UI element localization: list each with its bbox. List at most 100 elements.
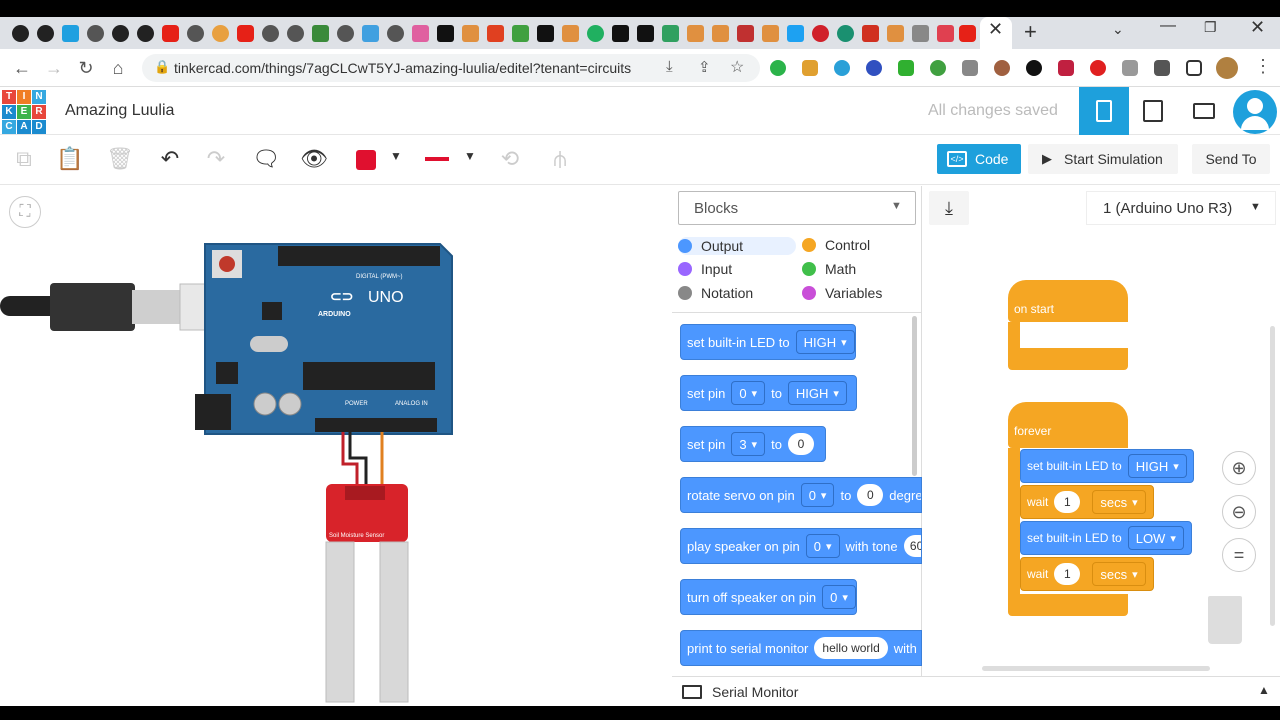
tinkercad-logo[interactable]: T I N K E R C A D bbox=[2, 90, 46, 134]
color-dropdown-icon[interactable]: ▼ bbox=[390, 149, 402, 163]
block-turn-off-speaker[interactable]: turn off speaker on pin 0 bbox=[680, 579, 857, 615]
tab-favicon-icon[interactable] bbox=[662, 25, 679, 42]
tab-favicon-icon[interactable] bbox=[412, 25, 429, 42]
circuit-view-button[interactable] bbox=[1079, 87, 1129, 135]
category-output[interactable]: Output bbox=[678, 237, 796, 255]
project-title[interactable]: Amazing Luulia bbox=[65, 102, 174, 120]
tab-favicon-icon[interactable] bbox=[512, 25, 529, 42]
tab-favicon-icon[interactable] bbox=[612, 25, 629, 42]
close-tab-icon[interactable]: ✕ bbox=[988, 19, 1003, 40]
tab-favicon-icon[interactable] bbox=[937, 25, 954, 42]
tab-favicon-icon[interactable] bbox=[262, 25, 279, 42]
close-window-icon[interactable]: ✕ bbox=[1250, 17, 1265, 38]
puzzle-extensions-icon[interactable] bbox=[1154, 60, 1170, 76]
tab-favicon-icon[interactable] bbox=[112, 25, 129, 42]
block-value-input[interactable]: 60 bbox=[903, 535, 921, 557]
block-set-pin-digital[interactable]: set pin 0 to HIGH bbox=[680, 375, 857, 411]
workspace-wait-2[interactable]: wait 1 secs bbox=[1020, 557, 1154, 591]
extension-icon[interactable] bbox=[930, 60, 946, 76]
extension-icon[interactable] bbox=[866, 60, 882, 76]
delete-icon[interactable]: 🗑 bbox=[106, 145, 134, 173]
wire-type-dropdown-icon[interactable]: ▼ bbox=[464, 149, 476, 163]
download-icon[interactable]: ⤓ bbox=[929, 191, 969, 225]
forever-block[interactable]: forever bbox=[1008, 402, 1128, 448]
restore-icon[interactable]: ❐ bbox=[1204, 19, 1217, 36]
user-avatar[interactable] bbox=[1233, 90, 1277, 134]
tab-search-icon[interactable]: ⌄ bbox=[1112, 21, 1124, 38]
view-notes-icon[interactable]: 👁 bbox=[300, 145, 328, 173]
notes-icon[interactable]: 🗨 bbox=[252, 145, 280, 173]
block-value-input[interactable]: 0 bbox=[857, 484, 884, 506]
undo-icon[interactable]: ↶ bbox=[156, 145, 184, 173]
on-start-block[interactable]: on start bbox=[1008, 280, 1128, 322]
block-dropdown[interactable]: 0 bbox=[822, 585, 856, 609]
board-select[interactable]: 1 (Arduino Uno R3) ▼ bbox=[1086, 191, 1276, 225]
chevron-up-icon[interactable]: ▲ bbox=[1258, 683, 1270, 697]
tab-favicon-icon[interactable] bbox=[637, 25, 654, 42]
trash-icon[interactable] bbox=[1208, 596, 1242, 644]
extension-icon[interactable] bbox=[994, 60, 1010, 76]
block-set-pin-analog[interactable]: set pin 3 to 0 bbox=[680, 426, 826, 462]
code-workspace[interactable]: ⤓ 1 (Arduino Uno R3) ▼ on start forever … bbox=[922, 186, 1280, 676]
block-dropdown[interactable]: 3 bbox=[731, 432, 766, 456]
back-icon[interactable]: ← bbox=[10, 56, 34, 80]
extension-icon[interactable] bbox=[898, 60, 914, 76]
forward-icon[interactable]: → bbox=[42, 56, 66, 80]
extension-icon[interactable] bbox=[802, 60, 818, 76]
url-input[interactable]: 🔒 tinkercad.com/things/7agCLCwT5YJ-amazi… bbox=[142, 54, 760, 82]
new-tab-icon[interactable]: + bbox=[1024, 19, 1037, 45]
tab-favicon-icon[interactable] bbox=[837, 25, 854, 42]
block-play-speaker[interactable]: play speaker on pin 0 with tone 60 bbox=[680, 528, 922, 564]
start-simulation-button[interactable]: ▶ Start Simulation bbox=[1028, 144, 1178, 174]
extension-icon[interactable] bbox=[962, 60, 978, 76]
reload-icon[interactable]: ↻ bbox=[74, 56, 98, 80]
side-panel-icon[interactable] bbox=[1186, 60, 1202, 76]
tab-favicon-icon[interactable] bbox=[362, 25, 379, 42]
block-value-input[interactable]: hello world bbox=[814, 637, 888, 659]
zoom-out-icon[interactable]: ⊖ bbox=[1222, 495, 1256, 529]
extension-icon[interactable] bbox=[1122, 60, 1138, 76]
block-value-input[interactable]: 0 bbox=[787, 433, 814, 455]
minimize-icon[interactable]: — bbox=[1160, 17, 1176, 35]
tab-favicon-icon[interactable] bbox=[787, 25, 804, 42]
block-value-input[interactable]: 1 bbox=[1054, 491, 1081, 513]
code-mode-select[interactable]: Blocks ▼ bbox=[678, 191, 916, 225]
lock-icon[interactable]: 🔒 bbox=[154, 59, 170, 75]
extension-icon[interactable] bbox=[834, 60, 850, 76]
wire-type-button[interactable] bbox=[425, 157, 449, 161]
block-print-serial[interactable]: print to serial monitor hello world with bbox=[680, 630, 922, 666]
block-dropdown[interactable]: 0 bbox=[731, 381, 766, 405]
tab-favicon-icon[interactable] bbox=[862, 25, 879, 42]
paste-icon[interactable]: 📋 bbox=[56, 145, 84, 173]
tab-favicon-icon[interactable] bbox=[737, 25, 754, 42]
category-control[interactable]: Control bbox=[802, 237, 870, 253]
tab-favicon-icon[interactable] bbox=[87, 25, 104, 42]
tab-favicon-icon[interactable] bbox=[812, 25, 829, 42]
category-variables[interactable]: Variables bbox=[802, 285, 882, 301]
block-dropdown[interactable]: LOW bbox=[1127, 526, 1184, 550]
color-swatch-button[interactable] bbox=[356, 150, 376, 170]
block-dropdown[interactable]: HIGH bbox=[1127, 454, 1187, 478]
extension-icon[interactable] bbox=[1090, 60, 1106, 76]
tab-favicon-icon[interactable] bbox=[162, 25, 179, 42]
tab-favicon-icon[interactable] bbox=[587, 25, 604, 42]
extension-icon[interactable] bbox=[770, 60, 786, 76]
tab-favicon-icon[interactable] bbox=[712, 25, 729, 42]
workspace-vscrollbar[interactable] bbox=[1270, 326, 1275, 626]
workspace-wait-1[interactable]: wait 1 secs bbox=[1020, 485, 1154, 519]
tab-favicon-icon[interactable] bbox=[912, 25, 929, 42]
tab-favicon-icon[interactable] bbox=[137, 25, 154, 42]
tab-favicon-icon[interactable] bbox=[437, 25, 454, 42]
schematic-view-icon[interactable] bbox=[1143, 100, 1163, 122]
palette-scrollbar[interactable] bbox=[912, 316, 917, 476]
tab-favicon-icon[interactable] bbox=[562, 25, 579, 42]
tab-favicon-icon[interactable] bbox=[312, 25, 329, 42]
zoom-reset-icon[interactable]: = bbox=[1222, 538, 1256, 572]
block-dropdown[interactable]: secs bbox=[1092, 490, 1146, 514]
block-value-input[interactable]: 1 bbox=[1054, 563, 1081, 585]
tab-favicon-icon[interactable] bbox=[462, 25, 479, 42]
tab-favicon-icon[interactable] bbox=[959, 25, 976, 42]
extension-icon[interactable] bbox=[1058, 60, 1074, 76]
home-icon[interactable]: ⌂ bbox=[106, 56, 130, 80]
circuit-canvas[interactable]: ⛶ ⊂⊃ UNO ARDUINO DIGITAL (PWM~) POWER AN… bbox=[0, 186, 672, 720]
